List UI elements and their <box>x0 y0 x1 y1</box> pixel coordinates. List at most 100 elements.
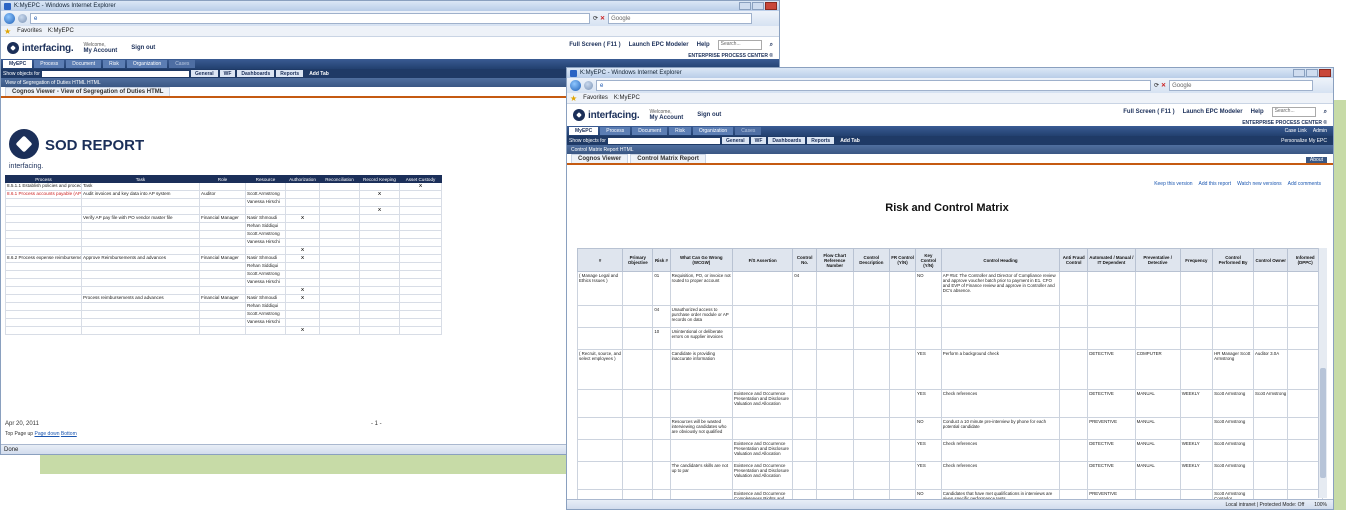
table-cell <box>5 286 82 295</box>
sign-out-link[interactable]: Sign out <box>131 45 155 51</box>
rcm-search-box[interactable]: Google <box>1169 80 1314 91</box>
tab-control-matrix[interactable]: Control Matrix Report <box>630 154 706 163</box>
page-up-link[interactable]: Page up <box>14 431 33 437</box>
rcm-favorites-bar: ★ Favorites K:MyEPC <box>567 93 1333 104</box>
about-link[interactable]: About <box>1305 157 1327 163</box>
search-icon[interactable]: ⌕ <box>770 42 773 49</box>
minimize-button[interactable] <box>1293 69 1305 77</box>
case-link[interactable]: Case Link <box>1285 128 1307 134</box>
nav-tab-cases[interactable]: Cases <box>735 127 762 135</box>
rcm-url-input[interactable]: e <box>596 80 1151 91</box>
add-report-link[interactable]: Add this report <box>1199 181 1232 187</box>
header-search-input[interactable]: Search... <box>717 40 762 50</box>
browser-tab[interactable]: K:MyEPC <box>614 95 640 101</box>
tab-cognos-viewer[interactable]: Cognos Viewer <box>571 154 629 163</box>
sub-tab-general[interactable]: General <box>721 137 749 144</box>
admin-link[interactable]: Admin <box>1313 128 1327 134</box>
nav-tab-document[interactable]: Document <box>66 60 102 68</box>
tab-sod-viewer[interactable]: Cognos Viewer - View of Segregation of D… <box>5 87 171 96</box>
nav-tab-process[interactable]: Process <box>34 60 65 68</box>
top-link[interactable]: Top <box>5 431 13 437</box>
ie-icon <box>570 69 577 77</box>
page-down-link[interactable]: Page down <box>34 431 59 437</box>
full-screen-link[interactable]: Full Screen ( F11 ) <box>1123 109 1174 115</box>
sod-search-box[interactable]: Google <box>608 13 753 24</box>
my-account-link[interactable]: My Account <box>650 115 684 121</box>
sub-tab-add[interactable]: Add Tab <box>305 70 333 77</box>
nav-tab-process[interactable]: Process <box>600 127 631 135</box>
sub-tab-dashboards[interactable]: Dashboards <box>768 137 806 144</box>
add-comments-link[interactable]: Add comments <box>1288 181 1321 187</box>
favorites-star-icon[interactable]: ★ <box>4 27 11 36</box>
watch-versions-link[interactable]: Watch new versions <box>1237 181 1282 187</box>
sod-window-title: K:MyEPC - Windows Internet Explorer <box>14 3 116 9</box>
table-cell <box>359 254 400 263</box>
maximize-button[interactable] <box>752 2 764 10</box>
full-screen-link[interactable]: Full Screen ( F11 ) <box>569 42 620 48</box>
forward-icon[interactable] <box>18 14 27 23</box>
sub-tab-reports[interactable]: Reports <box>276 70 304 77</box>
sub-tab-wf[interactable]: WF <box>750 137 767 144</box>
table-cell <box>1059 327 1089 350</box>
zoom-level[interactable]: 100% <box>1314 502 1327 508</box>
personalize-link[interactable]: Personalize My EPC <box>1281 138 1327 144</box>
table-cell: Unauthorized access to purchase order mo… <box>669 305 734 328</box>
sod-url-input[interactable]: e <box>30 13 590 24</box>
back-icon[interactable] <box>570 80 581 91</box>
table-cell: YES <box>914 349 942 390</box>
show-objects-select[interactable] <box>41 70 189 77</box>
sub-tab-add[interactable]: Add Tab <box>836 137 864 144</box>
browser-tab[interactable]: K:MyEPC <box>48 28 74 34</box>
show-objects-label: Show objects for <box>3 70 40 77</box>
table-cell <box>1087 305 1136 328</box>
minimize-button[interactable] <box>739 2 751 10</box>
nav-tab-myepc[interactable]: MyEPC <box>3 60 33 68</box>
sub-tab-dashboards[interactable]: Dashboards <box>237 70 275 77</box>
search-icon[interactable]: ⌕ <box>1324 109 1327 116</box>
forward-icon[interactable] <box>584 81 593 90</box>
sub-tab-wf[interactable]: WF <box>219 70 236 77</box>
nav-tab-cases[interactable]: Cases <box>169 60 196 68</box>
launch-modeler-link[interactable]: Launch EPC Modeler <box>629 42 689 48</box>
favorites-label[interactable]: Favorites <box>583 95 608 101</box>
stop-icon[interactable]: ✕ <box>600 15 605 22</box>
refresh-icon[interactable]: ⟳ <box>593 15 598 22</box>
bottom-link[interactable]: Bottom <box>61 431 77 437</box>
rcm-column-header: Flow Chart Reference Number <box>815 248 854 272</box>
favorites-label[interactable]: Favorites <box>17 28 42 34</box>
sub-tab-reports[interactable]: Reports <box>807 137 835 144</box>
favorites-star-icon[interactable]: ★ <box>570 94 577 103</box>
launch-modeler-link[interactable]: Launch EPC Modeler <box>1183 109 1243 115</box>
table-cell <box>81 238 200 247</box>
nav-tab-document[interactable]: Document <box>632 127 668 135</box>
nav-tab-myepc[interactable]: MyEPC <box>569 127 599 135</box>
rcm-vertical-scrollbar[interactable] <box>1318 248 1327 498</box>
nav-tab-risk[interactable]: Risk <box>669 127 691 135</box>
header-search-input[interactable]: Search... <box>1271 107 1316 117</box>
help-link[interactable]: Help <box>697 42 710 48</box>
table-cell <box>576 439 624 462</box>
keep-version-link[interactable]: Keep this version <box>1154 181 1192 187</box>
nav-tab-organization[interactable]: Organization <box>692 127 734 135</box>
show-objects-select[interactable] <box>607 137 720 144</box>
sub-tab-general[interactable]: General <box>190 70 218 77</box>
nav-tab-organization[interactable]: Organization <box>126 60 168 68</box>
sign-out-link[interactable]: Sign out <box>697 112 721 118</box>
back-icon[interactable] <box>4 13 15 24</box>
table-cell: Process reimbursements and advances <box>81 294 200 303</box>
interfacing-logo-text[interactable]: interfacing. <box>22 43 74 54</box>
scrollbar-thumb[interactable] <box>1320 368 1326 478</box>
stop-icon[interactable]: ✕ <box>1161 82 1166 89</box>
close-button[interactable] <box>1319 69 1331 77</box>
interfacing-logo-text[interactable]: interfacing. <box>588 110 640 121</box>
close-button[interactable] <box>765 2 777 10</box>
my-account-link[interactable]: My Account <box>84 48 118 54</box>
sod-column-header: Resource <box>245 175 286 183</box>
nav-tab-risk[interactable]: Risk <box>103 60 125 68</box>
maximize-button[interactable] <box>1306 69 1318 77</box>
refresh-icon[interactable]: ⟳ <box>1154 82 1159 89</box>
help-link[interactable]: Help <box>1251 109 1264 115</box>
table-row: X <box>5 286 442 295</box>
table-cell <box>652 389 671 418</box>
rcm-report-title: Risk and Control Matrix <box>885 202 1009 214</box>
